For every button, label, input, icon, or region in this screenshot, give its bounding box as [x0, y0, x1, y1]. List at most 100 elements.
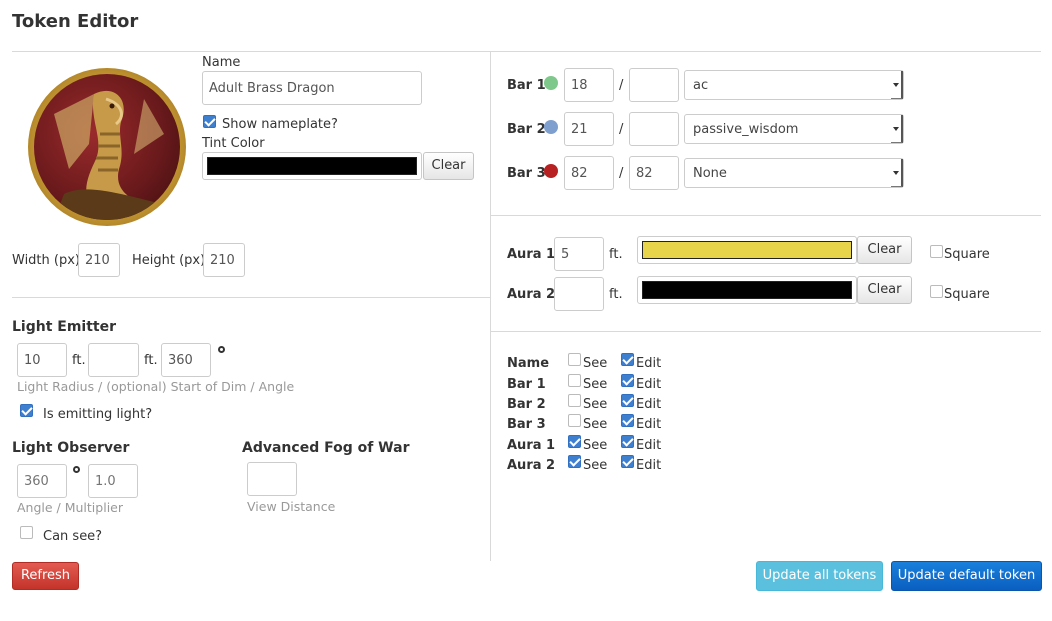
emitting-light-label: Is emitting light? [43, 407, 153, 422]
aura-1-square-label: Square [944, 247, 990, 262]
bar-3-see-checkbox[interactable] [568, 414, 581, 427]
chevron-down-icon [891, 71, 903, 99]
light-radius-input[interactable] [17, 343, 67, 377]
see-label: See [583, 438, 608, 453]
aura-1-edit-checkbox[interactable] [621, 435, 634, 448]
light-dim-unit: ft. [144, 353, 158, 368]
height-input[interactable] [203, 243, 245, 277]
see-label: See [583, 417, 608, 432]
tint-color-swatch [207, 157, 417, 175]
edit-label: Edit [636, 397, 662, 412]
chevron-down-icon [891, 159, 903, 187]
chevron-down-icon [891, 115, 903, 143]
can-see-checkbox[interactable] [20, 526, 33, 539]
permission-row-label: Name [507, 356, 550, 371]
aura-1-unit: ft. [609, 247, 623, 262]
width-input[interactable] [78, 243, 120, 277]
aura-1-see-checkbox[interactable] [568, 435, 581, 448]
bar-1-value-input[interactable] [564, 68, 614, 102]
see-label: See [583, 458, 608, 473]
title-divider [12, 51, 1041, 52]
bar-3-link-select[interactable]: None [684, 158, 904, 188]
bar-2-color-dot[interactable] [544, 120, 558, 134]
bar-2-edit-checkbox[interactable] [621, 394, 634, 407]
aura-1-color-picker[interactable] [637, 236, 857, 264]
aura-1-radius-input[interactable] [554, 237, 604, 271]
can-see-label: Can see? [43, 529, 103, 544]
column-divider [490, 51, 491, 561]
bar-1-edit-checkbox[interactable] [621, 374, 634, 387]
aura-2-edit-checkbox[interactable] [621, 455, 634, 468]
edit-label: Edit [636, 458, 662, 473]
update-default-token-button[interactable]: Update default token [891, 561, 1042, 591]
bar-2-label: Bar 2 [507, 122, 546, 137]
bar-1-label: Bar 1 [507, 78, 546, 93]
view-distance-hint: View Distance [247, 499, 336, 514]
show-nameplate-checkbox[interactable] [203, 115, 216, 128]
update-all-tokens-button[interactable]: Update all tokens [756, 561, 883, 591]
height-label: Height (px) [132, 253, 206, 268]
dragon-image [54, 90, 164, 220]
see-label: See [583, 356, 608, 371]
bar-3-edit-checkbox[interactable] [621, 414, 634, 427]
permission-row-label: Aura 1 [507, 438, 556, 453]
bar-2-max-input[interactable] [629, 112, 679, 146]
aura-2-see-checkbox[interactable] [568, 455, 581, 468]
name-label: Name [202, 55, 241, 70]
edit-label: Edit [636, 417, 662, 432]
bar-3-color-dot[interactable] [544, 164, 558, 178]
bar-3-max-input[interactable] [629, 156, 679, 190]
emitting-light-checkbox[interactable] [20, 404, 33, 417]
bar-3-value-input[interactable] [564, 156, 614, 190]
bar-1-see-checkbox[interactable] [568, 374, 581, 387]
name-see-checkbox[interactable] [568, 353, 581, 366]
light-observer-hint: Angle / Multiplier [17, 500, 123, 515]
bar-3-label: Bar 3 [507, 166, 546, 181]
bar-2-value-input[interactable] [564, 112, 614, 146]
observer-multiplier-input[interactable] [88, 464, 138, 498]
bar-1-max-input[interactable] [629, 68, 679, 102]
light-dim-input[interactable] [88, 343, 139, 377]
bar-2-link-value: passive_wisdom [693, 122, 799, 137]
aura-1-label: Aura 1 [507, 247, 556, 262]
observer-degree-icon [73, 466, 80, 473]
aura-1-square-checkbox[interactable] [930, 245, 943, 258]
aura-1-clear-button[interactable]: Clear [857, 236, 912, 264]
view-distance-input[interactable] [247, 462, 297, 496]
bar-3-link-value: None [693, 166, 727, 181]
left-divider [12, 297, 490, 298]
bar-1-separator: / [619, 78, 624, 93]
edit-label: Edit [636, 356, 662, 371]
tint-clear-button[interactable]: Clear [423, 152, 474, 180]
aura-1-color-swatch [642, 241, 852, 259]
name-edit-checkbox[interactable] [621, 353, 634, 366]
tint-color-label: Tint Color [202, 136, 265, 151]
tint-color-picker[interactable] [202, 152, 422, 180]
refresh-button[interactable]: Refresh [12, 562, 79, 590]
auras-divider [490, 331, 1041, 332]
bar-1-color-dot[interactable] [544, 76, 558, 90]
aura-2-color-picker[interactable] [637, 276, 857, 304]
aura-2-square-checkbox[interactable] [930, 285, 943, 298]
see-label: See [583, 377, 608, 392]
aura-2-clear-button[interactable]: Clear [857, 276, 912, 304]
permission-row-label: Bar 3 [507, 417, 546, 432]
edit-label: Edit [636, 438, 662, 453]
aura-2-color-swatch [642, 281, 852, 299]
width-label: Width (px) [12, 253, 80, 268]
aura-2-radius-input[interactable] [554, 277, 604, 311]
observer-angle-input[interactable] [17, 464, 67, 498]
degree-icon [218, 346, 225, 353]
permission-row-label: Bar 1 [507, 377, 546, 392]
bar-1-link-select[interactable]: ac [684, 70, 904, 100]
bar-2-link-select[interactable]: passive_wisdom [684, 114, 904, 144]
name-input[interactable] [202, 71, 422, 105]
token-avatar[interactable] [28, 68, 186, 226]
bar-2-see-checkbox[interactable] [568, 394, 581, 407]
bar-2-separator: / [619, 122, 624, 137]
light-angle-input[interactable] [161, 343, 211, 377]
page-title: Token Editor [12, 11, 139, 32]
aura-2-square-label: Square [944, 287, 990, 302]
see-label: See [583, 397, 608, 412]
aura-2-unit: ft. [609, 287, 623, 302]
